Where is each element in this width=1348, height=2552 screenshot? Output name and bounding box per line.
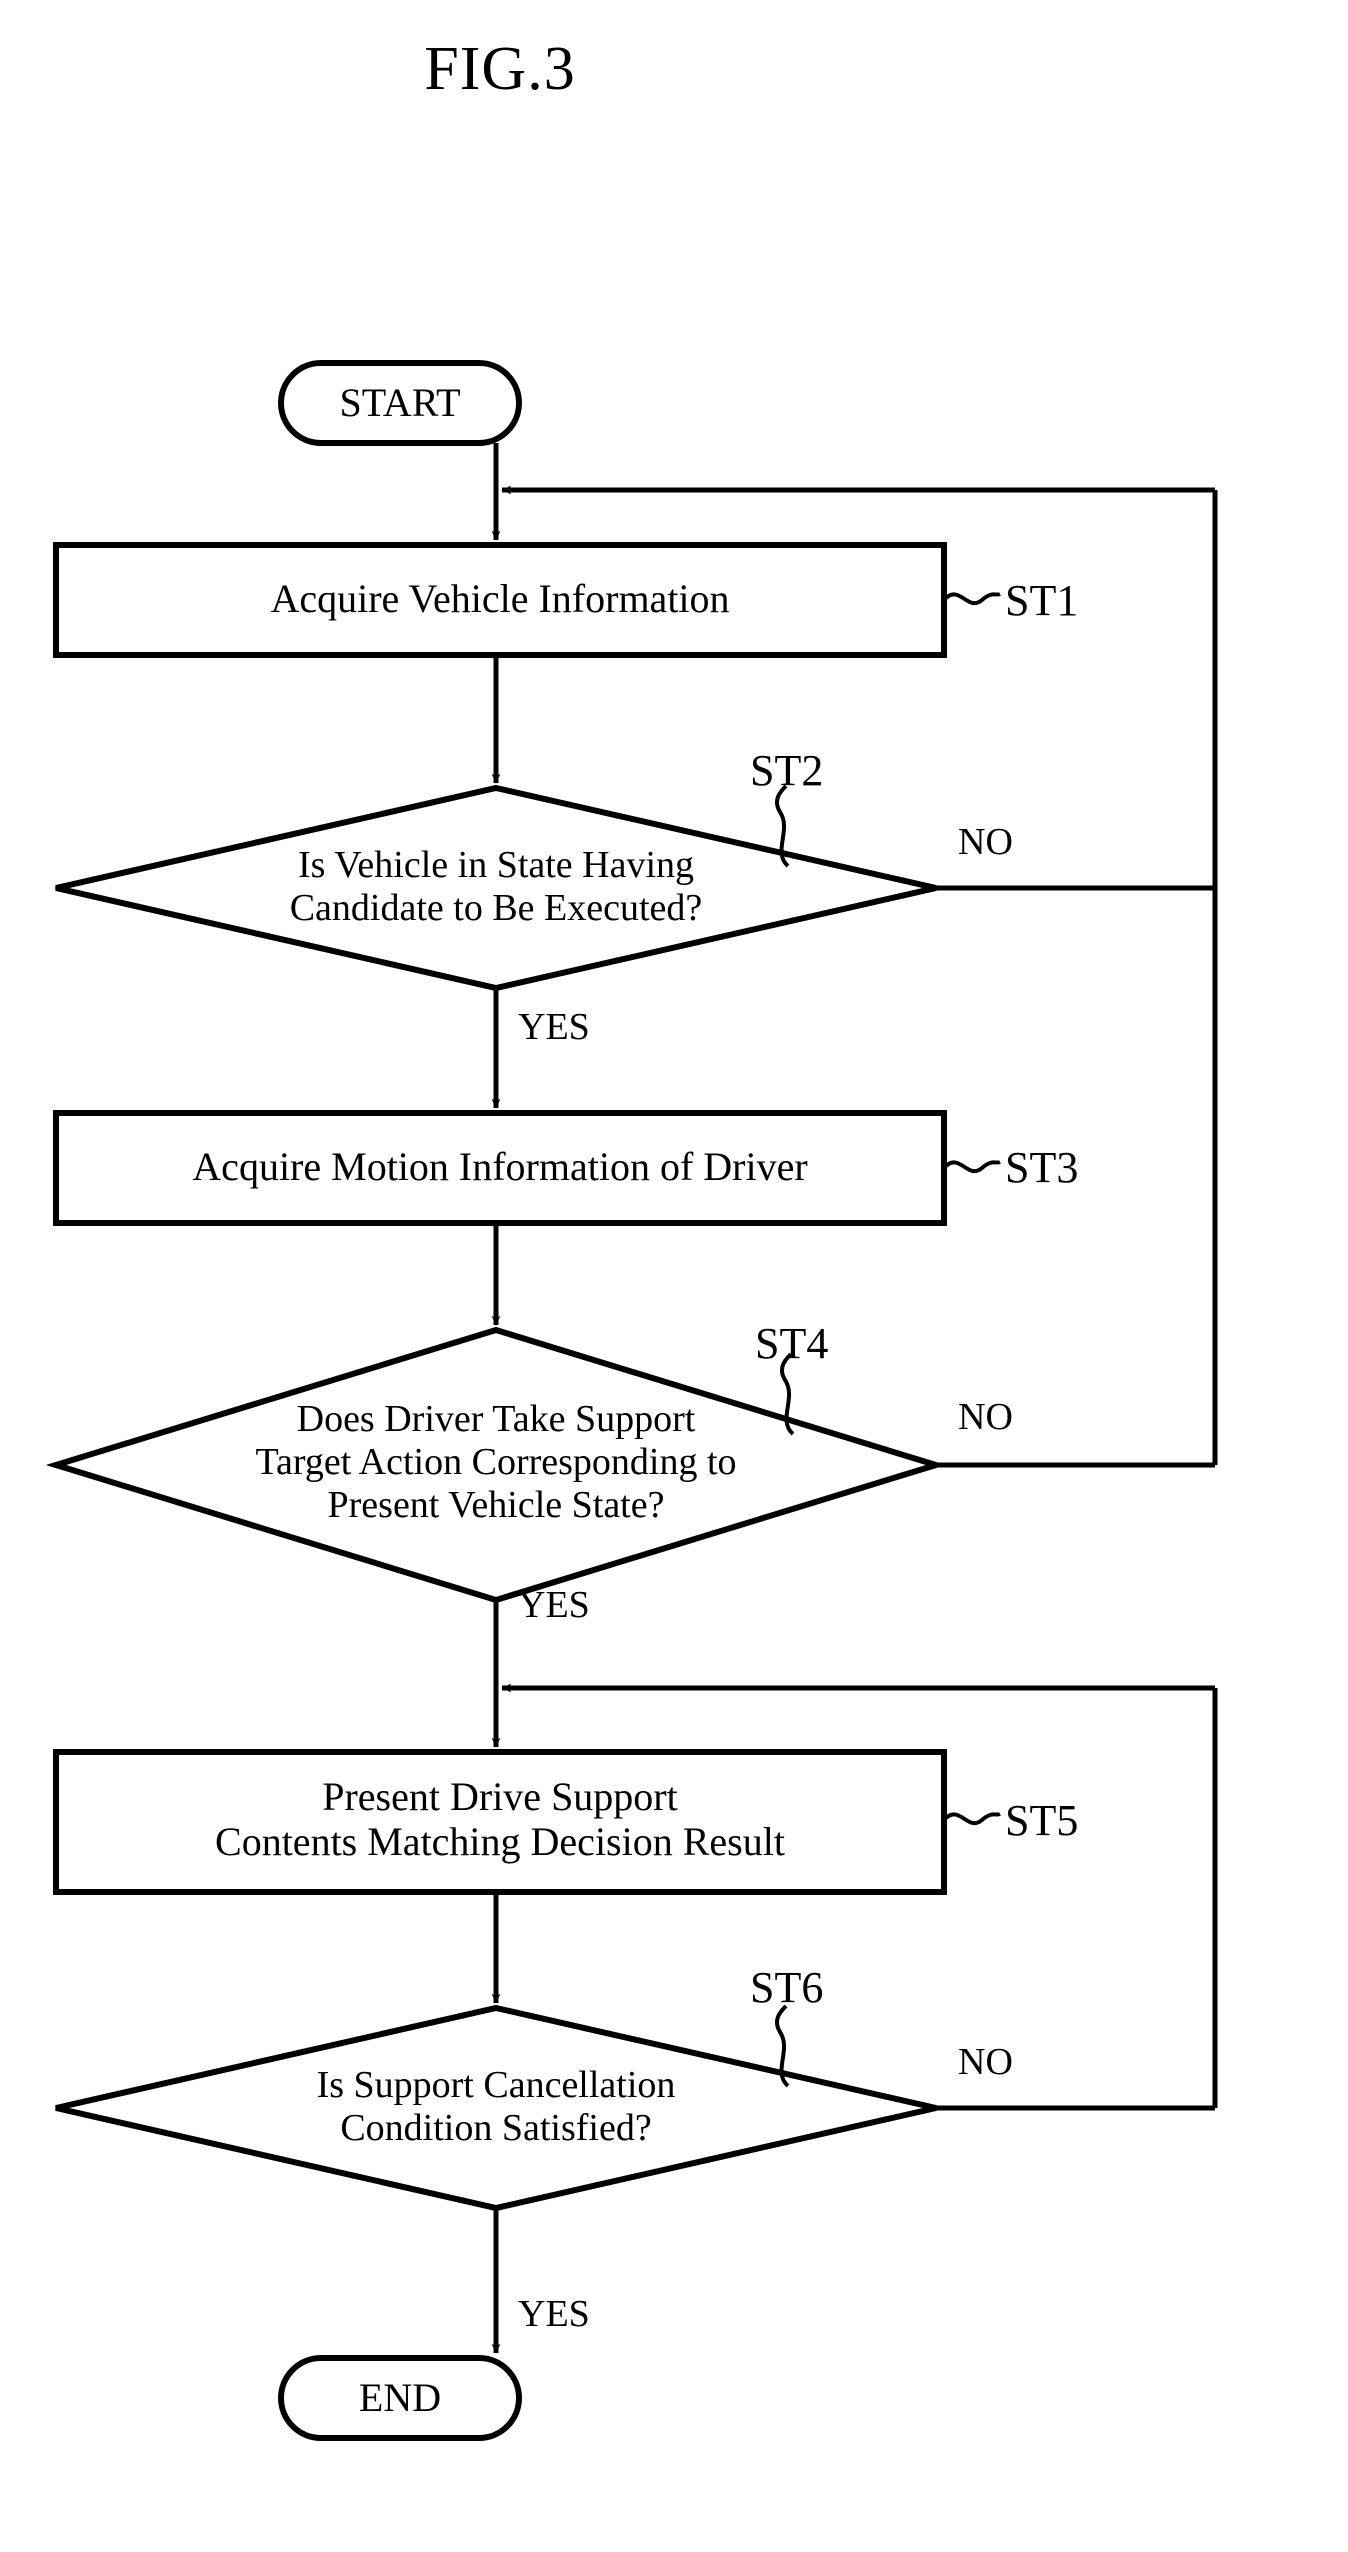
step-label-st1: ST1: [1005, 576, 1079, 625]
step-label-st3: ST3: [1005, 1143, 1079, 1192]
flowchart-canvas: [45, 360, 1218, 2441]
step-label-st2: ST2: [750, 746, 824, 795]
edge-label-st2-no: NO: [958, 821, 1013, 863]
edge-label-st4-no: NO: [958, 1396, 1013, 1438]
node-st3-shape: [53, 1110, 947, 1226]
node-st2-shape: [55, 784, 937, 992]
edge-label-st2-yes: YES: [518, 1006, 590, 1048]
figure-page: FIG.3 START Acquire Vehicle Information …: [0, 0, 1348, 2552]
node-st5-shape: [53, 1749, 947, 1895]
edge-label-st6-yes: YES: [518, 2293, 590, 2335]
leader-st1: [944, 592, 1001, 606]
node-st1-shape: [53, 542, 947, 658]
node-st6-shape: [55, 2004, 937, 2212]
edge-label-st6-no: NO: [958, 2041, 1013, 2083]
node-end-shape: [278, 2355, 522, 2441]
leader-st5: [944, 1812, 1001, 1826]
node-start-shape: [278, 360, 522, 446]
step-label-st6: ST6: [750, 1963, 824, 2012]
edge-label-st4-yes: YES: [518, 1584, 590, 1626]
leader-st3: [944, 1160, 1001, 1174]
node-st4-shape: [45, 1326, 947, 1604]
step-label-st5: ST5: [1005, 1796, 1079, 1845]
step-label-st4: ST4: [755, 1319, 829, 1368]
